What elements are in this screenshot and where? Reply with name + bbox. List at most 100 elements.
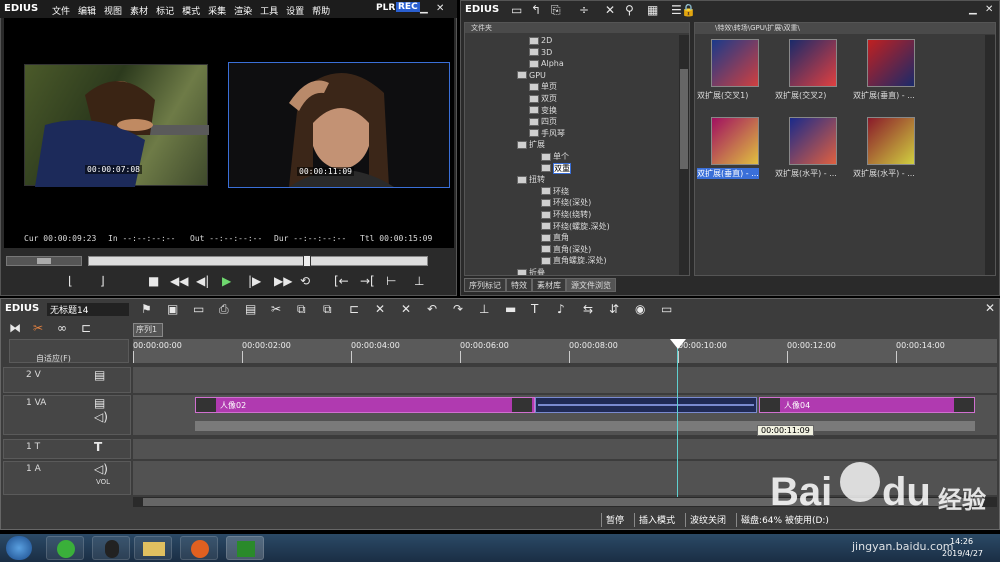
tree-item[interactable]: 双页	[529, 93, 557, 104]
track-1va-head[interactable]: 1 VA ▤ ◁)	[3, 395, 131, 435]
loop-icon[interactable]: ⟲	[300, 274, 310, 288]
toolbar-icon[interactable]: ▣	[167, 302, 178, 316]
video-clip-a[interactable]: 人像02	[195, 397, 535, 413]
clip-label[interactable]: 双扩展(垂直) - ...	[853, 90, 915, 101]
close-icon[interactable]: ✕	[436, 2, 444, 16]
menu-item[interactable]: 设置	[286, 4, 304, 17]
tree-item[interactable]: 扩展	[517, 139, 545, 150]
fit-mode[interactable]: 自适应(F)	[36, 353, 71, 364]
toolbar-icon[interactable]: ✕	[375, 302, 385, 316]
cut-mode-icon[interactable]: ✂	[33, 321, 43, 335]
menu-item[interactable]: 采集	[208, 4, 226, 17]
track-1t-lane[interactable]	[133, 439, 997, 459]
clip-thumbnail[interactable]	[711, 117, 759, 165]
tree-item[interactable]: 环绕(深处)	[541, 197, 591, 208]
properties-icon[interactable]: ⚲	[625, 3, 634, 17]
firefox-icon[interactable]	[180, 536, 218, 560]
clip-label[interactable]: 双扩展(水平) - ...	[853, 168, 915, 179]
view-mode-icon[interactable]: ▦	[647, 3, 658, 17]
track-1t-head[interactable]: 1 T T	[3, 439, 131, 459]
bin-minimize-icon[interactable]: ▁	[969, 3, 977, 17]
menu-item[interactable]: 标记	[156, 4, 174, 17]
plr-indicator[interactable]: PLR	[376, 3, 395, 13]
toolbar-icon[interactable]: ⇵	[609, 302, 619, 316]
trim-icon[interactable]: ⊢	[386, 274, 396, 288]
ie-icon[interactable]	[46, 536, 84, 560]
tree-item[interactable]: 直角螺旋.深处)	[541, 255, 607, 266]
project-name[interactable]: 无标题14	[47, 303, 129, 316]
toolbar-icon[interactable]: ▭	[193, 302, 204, 316]
toolbar-icon[interactable]: T	[531, 302, 538, 316]
tree-item[interactable]: 扭转	[517, 174, 545, 185]
toolbar-icon[interactable]: ▬	[505, 302, 516, 316]
bin-tab[interactable]: 序列标记	[464, 278, 506, 292]
toolbar-icon[interactable]: ⊏	[349, 302, 359, 316]
menu-item[interactable]: 素材	[130, 4, 148, 17]
stop-icon[interactable]: ■	[148, 274, 159, 288]
tree-item[interactable]: 手风琴	[529, 128, 565, 139]
tree-item[interactable]: 环绕	[541, 186, 569, 197]
track-2v-head[interactable]: 2 V ▤	[3, 367, 131, 393]
bin-tab[interactable]: 特效	[506, 278, 532, 292]
link-icon[interactable]: ∞	[57, 321, 67, 335]
video-clip-b[interactable]: 人像04	[759, 397, 975, 413]
menu-item[interactable]: 文件	[52, 4, 70, 17]
playhead[interactable]	[677, 339, 678, 497]
clip-label[interactable]: 双扩展(交叉1)	[697, 90, 748, 101]
toolbar-icon[interactable]: ⎙	[219, 302, 229, 316]
overwrite-icon[interactable]: →[	[360, 274, 375, 288]
toolbar-icon[interactable]: ↷	[453, 302, 463, 316]
menu-item[interactable]: 帮助	[312, 4, 330, 17]
toolbar-icon[interactable]: ♪	[557, 302, 565, 316]
tree-item[interactable]: 双重	[541, 162, 571, 174]
clip-label[interactable]: 双扩展(交叉2)	[775, 90, 826, 101]
start-button[interactable]	[6, 536, 32, 560]
menu-item[interactable]: 模式	[182, 4, 200, 17]
qq-icon[interactable]	[92, 536, 130, 560]
set-out-icon[interactable]: ⌋	[100, 274, 105, 288]
clip-thumbnail[interactable]	[867, 117, 915, 165]
menu-item[interactable]: 渲染	[234, 4, 252, 17]
tree-item[interactable]: 直角(深处)	[541, 244, 591, 255]
toolbar-icon[interactable]: ⇆	[583, 302, 593, 316]
rec-indicator[interactable]: REC	[396, 2, 420, 12]
tree-item[interactable]: 2D	[529, 35, 552, 46]
position-handle[interactable]	[302, 255, 311, 267]
track-icon[interactable]: ▤	[94, 368, 105, 382]
fast-forward-icon[interactable]: ▶▶	[274, 274, 292, 288]
toolbar-icon[interactable]: ⊥	[479, 302, 489, 316]
timeline-ruler[interactable]: 00:00:00:00 00:00:02:00 00:00:04:00 00:00:0…	[133, 339, 997, 363]
position-bar[interactable]	[88, 255, 428, 267]
step-forward-icon[interactable]: |▶	[248, 274, 261, 288]
vol-label[interactable]: VOL	[96, 478, 110, 486]
tree-item[interactable]: 单个	[541, 151, 569, 162]
clip-label[interactable]: 双扩展(垂直) - ...	[697, 168, 759, 179]
insert-icon[interactable]: [←	[334, 274, 349, 288]
clip-thumbnail[interactable]	[711, 39, 759, 87]
explorer-icon[interactable]	[134, 536, 172, 560]
tree-item[interactable]: 3D	[529, 47, 552, 58]
tree-item[interactable]: 折叠	[517, 267, 545, 275]
up-folder-icon[interactable]: ↰	[531, 3, 541, 17]
output-icon[interactable]: ⊥	[414, 274, 424, 288]
shuttle-slider[interactable]	[6, 256, 82, 266]
tree-item[interactable]: 环绕(螺旋.深处)	[541, 221, 610, 232]
tree-item[interactable]: 单页	[529, 81, 557, 92]
speaker-icon[interactable]: ◁)	[94, 410, 108, 424]
tree-item[interactable]: GPU	[517, 70, 546, 81]
rewind-icon[interactable]: ◀◀	[170, 274, 188, 288]
menu-item[interactable]: 工具	[260, 4, 278, 17]
delete-icon[interactable]: ✕	[605, 3, 615, 17]
clip-label[interactable]: 双扩展(水平) - ...	[775, 168, 837, 179]
tree-item[interactable]: 直角	[541, 232, 569, 243]
tab-sequence1[interactable]: 序列1	[133, 323, 163, 337]
clip-thumbnail[interactable]	[789, 117, 837, 165]
toolbar-icon[interactable]: ⚑	[141, 302, 152, 316]
bin-tab[interactable]: 源文件浏览	[566, 278, 616, 292]
speaker-icon[interactable]: ◁)	[94, 462, 108, 476]
folder-icon[interactable]: ▭	[511, 3, 522, 17]
toolbar-icon[interactable]: ⧉	[323, 302, 332, 316]
toolbar-icon[interactable]: ▤	[245, 302, 256, 316]
shuttle-handle[interactable]	[37, 258, 51, 264]
cut-icon[interactable]: ÷	[579, 3, 589, 17]
